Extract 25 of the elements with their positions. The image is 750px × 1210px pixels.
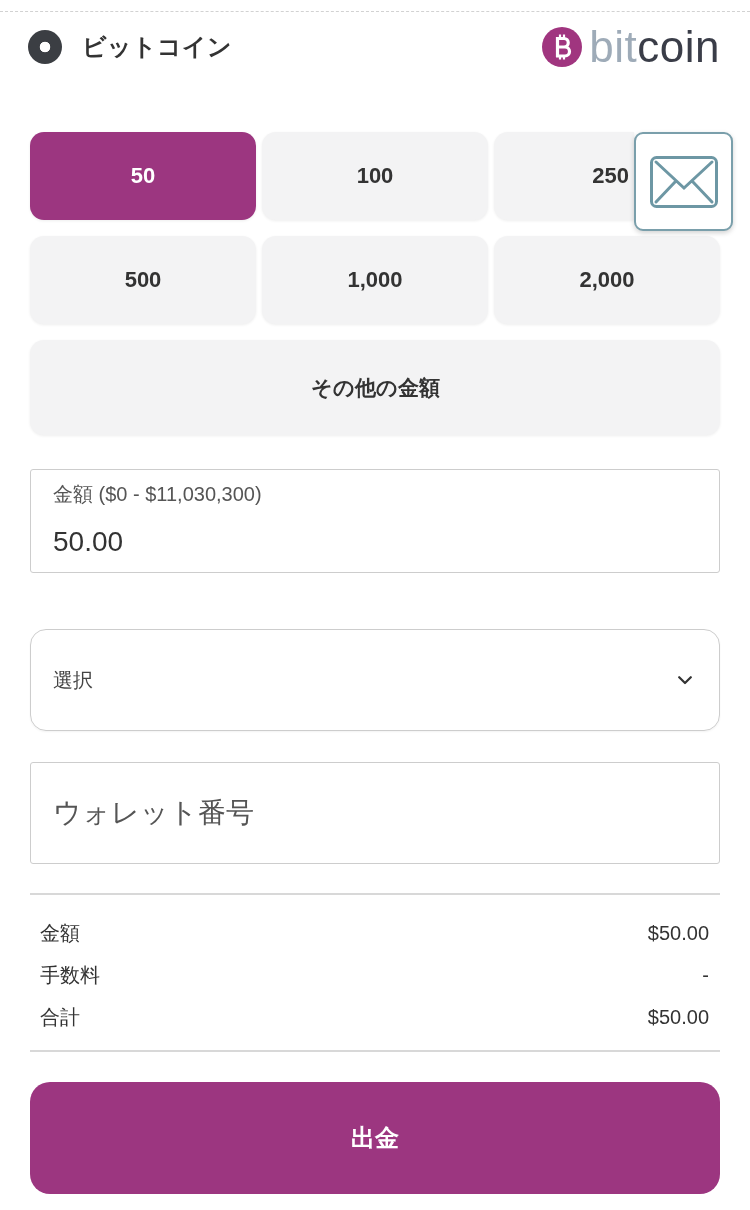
field-label: 金額 ($0 - $11,030,300) <box>53 482 262 506</box>
radio-button[interactable] <box>28 30 62 64</box>
summary-label: 合計 <box>40 1004 80 1030</box>
withdraw-button[interactable]: 出金 <box>30 1082 720 1194</box>
amount-preset-button[interactable]: 100 <box>262 132 488 220</box>
floating-mail-button[interactable] <box>634 132 733 231</box>
amount-preset-button[interactable]: 250 <box>494 132 634 220</box>
summary-value: $50.00 <box>647 921 709 945</box>
amount-preset-button[interactable]: 50 <box>30 132 256 220</box>
amount-input[interactable]: 50.00 <box>53 520 697 564</box>
chevron-down-icon <box>678 675 692 685</box>
summary-value: $50.00 <box>647 1005 709 1029</box>
coin-icon <box>542 27 583 67</box>
other-amount-button[interactable]: その他の金額 <box>30 340 720 435</box>
select-dropdown[interactable]: 選択 <box>30 629 720 731</box>
amount-preset-button[interactable]: 500 <box>30 236 256 324</box>
summary-label: 金額 <box>40 920 80 946</box>
envelope-icon <box>649 155 718 208</box>
wallet-number-field[interactable]: ウォレット番号 <box>30 762 720 864</box>
amount-field[interactable]: 金額 ($0 - $11,030,300) 50.00 <box>30 469 720 573</box>
summary-value: - <box>702 963 709 987</box>
payment-method-label: ビットコイン <box>82 32 232 62</box>
amount-preset-button[interactable]: 1,000 <box>262 236 488 324</box>
summary-label: 手数料 <box>40 962 100 988</box>
amount-preset-button[interactable]: 2,000 <box>494 236 720 324</box>
